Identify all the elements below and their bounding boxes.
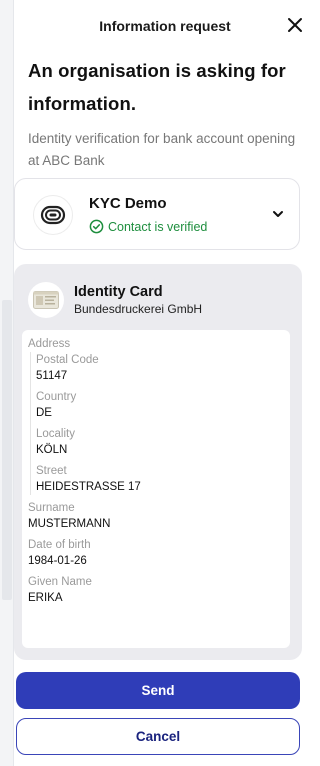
background-page-scrollbar bbox=[2, 300, 12, 600]
request-heading-line-1: An organisation is asking for bbox=[28, 60, 286, 81]
given-name-value: ERIKA bbox=[28, 592, 63, 604]
locality-value: KÖLN bbox=[36, 444, 68, 456]
cancel-button[interactable]: Cancel bbox=[16, 718, 300, 755]
organisation-name: KYC Demo bbox=[89, 195, 167, 212]
surname-value: MUSTERMANN bbox=[28, 518, 111, 530]
credential-header: Identity Card Bundesdruckerei GmbH bbox=[28, 282, 202, 318]
close-icon bbox=[288, 18, 302, 32]
request-purpose-line-1: Identity verification for bank account o… bbox=[28, 131, 296, 146]
sheet-header: Information request bbox=[14, 0, 316, 52]
credential-panel: Identity Card Bundesdruckerei GmbH Addre… bbox=[14, 264, 302, 660]
id-card-thumbnail bbox=[28, 282, 64, 318]
credential-fields: Address Postal Code 51147 Country DE Loc… bbox=[22, 330, 290, 648]
check-circle-icon bbox=[89, 219, 104, 234]
street-value: HEIDESTRASSE 17 bbox=[36, 481, 141, 493]
request-purpose: Identity verification for bank account o… bbox=[14, 128, 316, 172]
id-card-icon bbox=[33, 291, 59, 309]
address-label: Address bbox=[28, 338, 71, 350]
date-of-birth-value: 1984-01-26 bbox=[28, 555, 87, 567]
background-page-edge bbox=[0, 0, 14, 766]
address-group: Postal Code 51147 Country DE Locality KÖ… bbox=[30, 352, 290, 495]
verification-status-label: Contact is verified bbox=[108, 219, 208, 234]
verification-status: Contact is verified bbox=[89, 219, 207, 234]
credential-title-block: Identity Card Bundesdruckerei GmbH bbox=[74, 283, 202, 317]
credential-issuer: Bundesdruckerei GmbH bbox=[74, 302, 203, 316]
country-value: DE bbox=[36, 407, 52, 419]
request-heading: An organisation is asking for informatio… bbox=[14, 54, 316, 120]
date-of-birth-label: Date of birth bbox=[28, 539, 91, 551]
kyc-logo-icon bbox=[40, 205, 66, 225]
request-heading-line-2: information. bbox=[28, 93, 137, 114]
request-purpose-line-2: at ABC Bank bbox=[28, 153, 105, 168]
chevron-down-icon[interactable] bbox=[271, 207, 285, 221]
postal-code-value: 51147 bbox=[36, 370, 68, 382]
organisation-card[interactable]: KYC Demo Contact is verified bbox=[14, 178, 300, 250]
surname-label: Surname bbox=[28, 502, 75, 514]
credential-title: Identity Card bbox=[74, 284, 163, 300]
send-button[interactable]: Send bbox=[16, 672, 300, 709]
organisation-logo bbox=[33, 195, 73, 235]
postal-code-label: Postal Code bbox=[36, 354, 99, 366]
country-label: Country bbox=[36, 391, 77, 403]
given-name-label: Given Name bbox=[28, 576, 92, 588]
sheet-title: Information request bbox=[99, 18, 231, 34]
locality-label: Locality bbox=[36, 428, 75, 440]
close-button[interactable] bbox=[284, 14, 306, 36]
street-label: Street bbox=[36, 465, 67, 477]
